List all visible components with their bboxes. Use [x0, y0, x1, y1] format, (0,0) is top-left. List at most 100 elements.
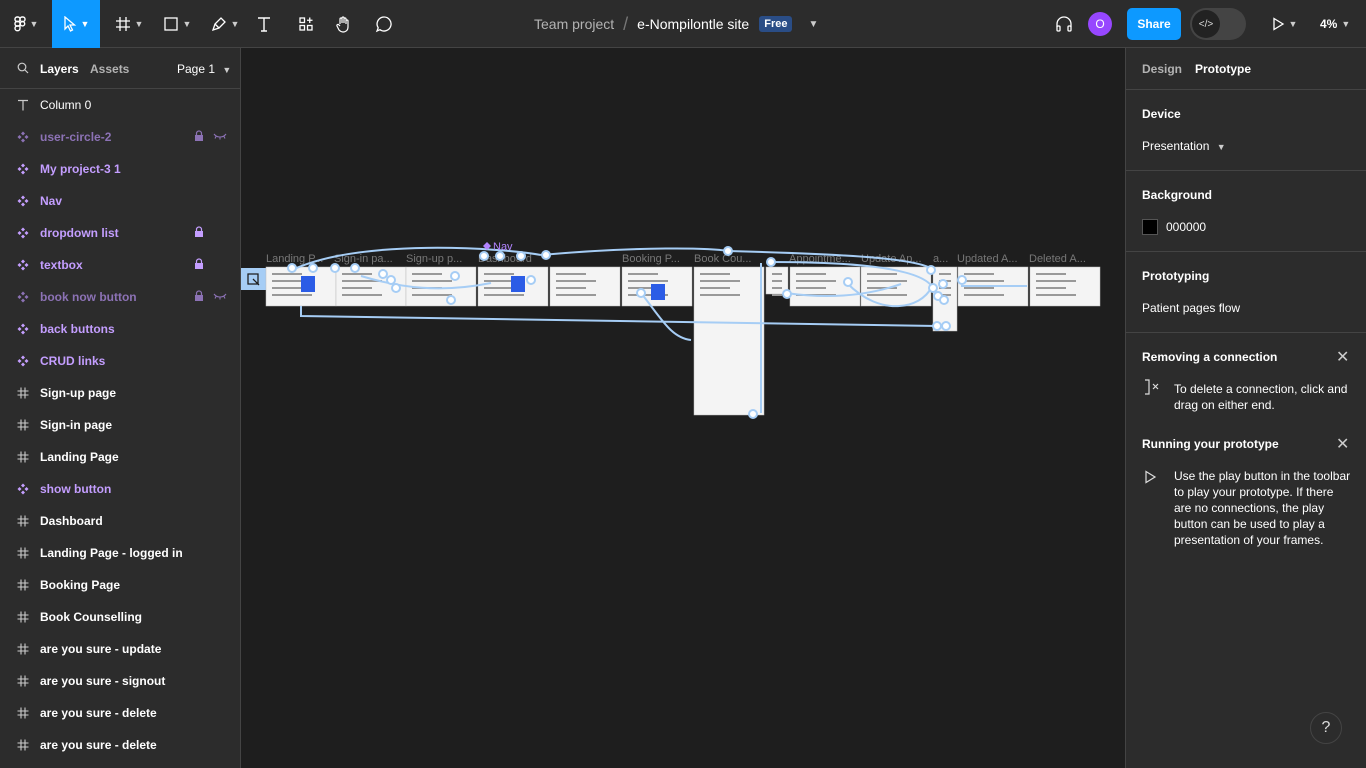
layer-row[interactable]: textbox — [0, 249, 240, 281]
connection-handle[interactable] — [926, 265, 936, 275]
connection-handle[interactable] — [957, 275, 967, 285]
layer-row[interactable]: user-circle-2 — [0, 121, 240, 153]
hidden-eye-icon[interactable] — [213, 130, 227, 144]
prototype-canvas[interactable]: Landing P... Sign-in pa... Sign-up p... Das… — [241, 48, 1125, 768]
page-selector[interactable]: Page 1 ▼ — [177, 62, 231, 76]
move-tool-button[interactable]: ▼ — [52, 0, 100, 48]
connection-handle[interactable] — [941, 321, 951, 331]
connection-handle[interactable] — [723, 246, 733, 256]
connection-handle[interactable] — [495, 251, 505, 261]
connection-handle[interactable] — [843, 277, 853, 287]
audio-button[interactable] — [1052, 0, 1076, 48]
layer-row[interactable]: Landing Page - logged in — [0, 537, 240, 569]
nav-component-label[interactable]: Nav — [493, 241, 513, 253]
connection-handle[interactable] — [748, 409, 758, 419]
zoom-menu[interactable]: 4% ▼ — [1320, 0, 1350, 48]
connection-handle[interactable] — [350, 263, 360, 273]
avatar[interactable]: O — [1088, 12, 1112, 36]
layer-row[interactable]: back buttons — [0, 313, 240, 345]
comment-tool-button[interactable] — [372, 0, 396, 48]
layer-row[interactable]: dropdown list — [0, 217, 240, 249]
frame-label[interactable]: Sign-up p... — [406, 253, 462, 265]
frame-tool-button[interactable]: ▼ — [110, 0, 148, 48]
hand-tool-button[interactable] — [332, 0, 356, 48]
layer-row[interactable]: Dashboard — [0, 505, 240, 537]
tab-design[interactable]: Design — [1142, 62, 1182, 76]
connection-handle[interactable] — [766, 257, 776, 267]
connection-handle[interactable] — [636, 288, 646, 298]
connection-handle[interactable] — [939, 295, 949, 305]
canvas[interactable]: Landing P... Sign-in pa... Sign-up p... Das… — [241, 48, 1125, 768]
prototype-frame[interactable] — [1029, 266, 1101, 307]
close-icon[interactable]: ✕ — [1336, 434, 1349, 454]
dev-mode-toggle[interactable]: </> — [1190, 8, 1246, 40]
frame-label[interactable]: Deleted A... — [1029, 253, 1086, 265]
tab-prototype[interactable]: Prototype — [1195, 62, 1251, 76]
pen-tool-button[interactable]: ▼ — [206, 0, 244, 48]
frame-label[interactable]: Book Cou... — [694, 253, 751, 265]
connection-handle[interactable] — [287, 263, 297, 273]
tab-layers[interactable]: Layers — [40, 62, 79, 76]
layer-row[interactable]: Book Counselling — [0, 601, 240, 633]
tab-assets[interactable]: Assets — [90, 62, 129, 76]
layer-row[interactable]: Sign-up page — [0, 377, 240, 409]
layer-row[interactable]: Landing Page — [0, 441, 240, 473]
flow-name[interactable]: Patient pages flow — [1142, 301, 1240, 315]
background-swatch[interactable] — [1142, 219, 1158, 235]
layer-row[interactable]: show button — [0, 473, 240, 505]
connection-handle[interactable] — [541, 250, 551, 260]
frame-label[interactable]: Updated A... — [957, 253, 1018, 265]
connection-handle[interactable] — [938, 279, 948, 289]
connection-handle[interactable] — [526, 275, 536, 285]
layer-row[interactable]: My project-3 1 — [0, 153, 240, 185]
frame-label[interactable]: Landing P... — [266, 253, 323, 265]
team-name[interactable]: Team project — [534, 16, 614, 32]
lock-icon[interactable] — [194, 130, 204, 144]
prototype-connection[interactable] — [300, 306, 938, 327]
lock-icon[interactable] — [194, 258, 204, 272]
layer-row[interactable]: Sign-in page — [0, 409, 240, 441]
prototype-frame[interactable] — [693, 266, 765, 416]
help-button[interactable]: ? — [1310, 712, 1342, 744]
share-button[interactable]: Share — [1127, 8, 1181, 40]
lock-icon[interactable] — [194, 226, 204, 240]
background-hex[interactable]: 000000 — [1166, 220, 1206, 234]
layer-row[interactable]: Booking Page — [0, 569, 240, 601]
device-select[interactable]: Presentation ▼ — [1142, 139, 1226, 153]
chevron-down-icon[interactable]: ▼ — [808, 19, 818, 30]
layer-row[interactable]: book now button — [0, 281, 240, 313]
present-button[interactable]: ▼ — [1266, 0, 1302, 48]
layer-row[interactable]: are you sure - update — [0, 633, 240, 665]
connection-handle[interactable] — [446, 295, 456, 305]
frame-label[interactable]: a... — [933, 253, 948, 265]
hidden-eye-icon[interactable] — [213, 290, 227, 304]
connection-handle[interactable] — [386, 275, 396, 285]
layer-row[interactable]: are you sure - delete — [0, 697, 240, 729]
frame-label[interactable]: Booking P... — [622, 253, 680, 265]
layer-row[interactable]: are you sure - delete — [0, 729, 240, 761]
file-name[interactable]: e-Nompilontle site — [637, 16, 749, 32]
connection-handle[interactable] — [308, 263, 318, 273]
plan-badge[interactable]: Free — [759, 16, 793, 32]
layer-row[interactable]: CRUD links — [0, 345, 240, 377]
connection-handle[interactable] — [928, 283, 938, 293]
connection-handle[interactable] — [330, 263, 340, 273]
search-icon[interactable] — [17, 62, 29, 77]
main-menu-button[interactable]: ▼ — [8, 0, 44, 48]
connection-handle[interactable] — [479, 251, 489, 261]
lock-icon[interactable] — [194, 290, 204, 304]
connection-handle[interactable] — [782, 289, 792, 299]
close-icon[interactable]: ✕ — [1336, 347, 1349, 367]
prototype-frame[interactable] — [549, 266, 621, 307]
text-tool-button[interactable] — [252, 0, 276, 48]
layer-row[interactable]: Column 0 — [0, 89, 240, 121]
layer-row[interactable]: Nav — [0, 185, 240, 217]
connection-handle[interactable] — [516, 251, 526, 261]
connection-handle[interactable] — [932, 321, 942, 331]
connection-handle[interactable] — [391, 283, 401, 293]
layer-row[interactable]: are you sure - signout — [0, 665, 240, 697]
resources-button[interactable] — [294, 0, 318, 48]
shape-tool-button[interactable]: ▼ — [158, 0, 196, 48]
connection-handle[interactable] — [450, 271, 460, 281]
connection-handle[interactable] — [378, 269, 388, 279]
